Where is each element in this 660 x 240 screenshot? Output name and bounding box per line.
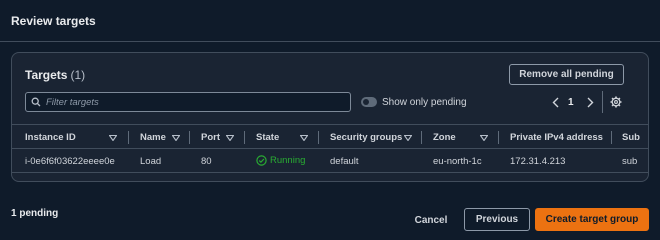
show-only-pending-label: Show only pending bbox=[382, 97, 467, 108]
previous-page-button[interactable] bbox=[549, 95, 561, 109]
cell-state: Running bbox=[256, 155, 305, 166]
sort-caret-down-icon bbox=[300, 134, 308, 141]
sort-name[interactable] bbox=[172, 131, 180, 144]
pending-count: 1 pending bbox=[11, 208, 59, 219]
sort-caret-down-icon bbox=[226, 134, 234, 141]
cell-private-ipv4: 172.31.4.213 bbox=[510, 156, 566, 167]
sort-caret-down-icon bbox=[404, 134, 412, 141]
cancel-button[interactable]: Cancel bbox=[410, 210, 452, 230]
column-header-state[interactable]: State bbox=[256, 131, 279, 144]
column-separator[interactable] bbox=[128, 131, 129, 144]
sort-security-groups[interactable] bbox=[404, 131, 412, 144]
sort-instance-id[interactable] bbox=[109, 131, 117, 144]
column-header-private-ipv4[interactable]: Private IPv4 address bbox=[510, 131, 603, 144]
show-only-pending-toggle[interactable] bbox=[361, 97, 377, 107]
column-header-zone[interactable]: Zone bbox=[433, 131, 456, 144]
sort-state[interactable] bbox=[300, 131, 308, 144]
column-label-port: Port bbox=[201, 132, 220, 143]
column-header-port[interactable]: Port bbox=[201, 131, 220, 144]
review-targets-page: Review targets Targets (1) Remove all pen… bbox=[0, 0, 660, 237]
sort-caret-down-icon bbox=[109, 134, 117, 141]
state-label: Running bbox=[270, 155, 306, 166]
column-header-name[interactable]: Name bbox=[140, 131, 166, 144]
current-page-number[interactable]: 1 bbox=[568, 97, 574, 108]
filter-targets-input-wrapper[interactable] bbox=[25, 92, 351, 112]
column-separator[interactable] bbox=[498, 131, 499, 144]
column-label-security-groups: Security groups bbox=[330, 132, 403, 143]
chevron-right-icon bbox=[587, 97, 593, 107]
cell-port: 80 bbox=[201, 156, 212, 167]
targets-heading: Targets (1) bbox=[25, 68, 85, 82]
cell-zone: eu-north-1c bbox=[433, 156, 482, 167]
column-label-private-ipv4: Private IPv4 address bbox=[510, 132, 603, 143]
sort-caret-down-icon bbox=[480, 134, 488, 141]
filter-targets-input[interactable] bbox=[46, 94, 336, 110]
column-header-security-groups[interactable]: Security groups bbox=[330, 131, 402, 144]
sort-caret-down-icon bbox=[172, 134, 180, 141]
cell-security-groups: default bbox=[330, 156, 359, 167]
column-separator[interactable] bbox=[421, 131, 422, 144]
page-title: Review targets bbox=[11, 14, 96, 28]
column-label-state: State bbox=[256, 132, 280, 143]
targets-title: Targets bbox=[25, 68, 68, 82]
sort-zone[interactable] bbox=[480, 131, 488, 144]
targets-panel: Targets(1) Remove all pending Show only … bbox=[11, 52, 649, 182]
previous-button[interactable]: Previous bbox=[464, 208, 530, 231]
next-page-button[interactable] bbox=[584, 95, 596, 109]
column-separator[interactable] bbox=[244, 131, 245, 144]
gear-icon bbox=[610, 96, 622, 108]
targets-count: (1) bbox=[70, 68, 86, 82]
remove-all-pending-button[interactable]: Remove all pending bbox=[509, 64, 624, 85]
cell-name: Load bbox=[140, 156, 162, 167]
column-header-instance-id[interactable]: Instance ID bbox=[25, 131, 76, 144]
column-separator[interactable] bbox=[189, 131, 190, 144]
search-icon bbox=[26, 93, 46, 111]
page-header: Review targets bbox=[0, 0, 660, 42]
table-row: i-0e6f6f03622eeee0e Load 80 Running defa… bbox=[12, 149, 648, 173]
column-separator[interactable] bbox=[318, 131, 319, 144]
column-label-instance-id: Instance ID bbox=[25, 132, 76, 143]
sort-port[interactable] bbox=[226, 131, 234, 144]
cell-instance-id: i-0e6f6f03622eeee0e bbox=[25, 156, 115, 167]
column-header-subnet[interactable]: Sub bbox=[622, 131, 640, 144]
table-preferences-button[interactable] bbox=[609, 95, 623, 109]
targets-table-header: Instance ID Name Port State Security gro… bbox=[12, 124, 648, 149]
column-label-name: Name bbox=[140, 132, 166, 143]
cell-subnet: sub bbox=[622, 156, 638, 167]
column-label-subnet: Sub bbox=[622, 132, 640, 143]
column-label-zone: Zone bbox=[433, 132, 456, 143]
check-circle-icon bbox=[256, 155, 267, 166]
chevron-left-icon bbox=[552, 97, 558, 107]
create-target-group-button[interactable]: Create target group bbox=[535, 208, 649, 231]
column-separator[interactable] bbox=[611, 131, 612, 144]
pager-divider bbox=[602, 91, 603, 113]
